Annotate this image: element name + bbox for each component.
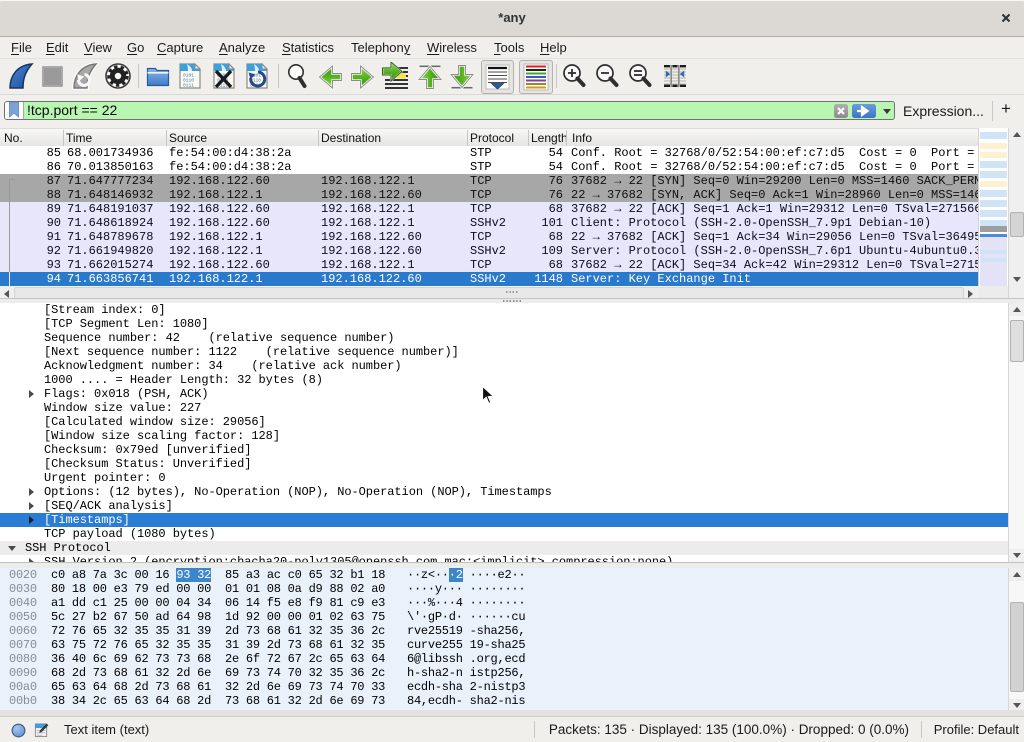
svg-text:0111: 0111	[183, 83, 194, 89]
